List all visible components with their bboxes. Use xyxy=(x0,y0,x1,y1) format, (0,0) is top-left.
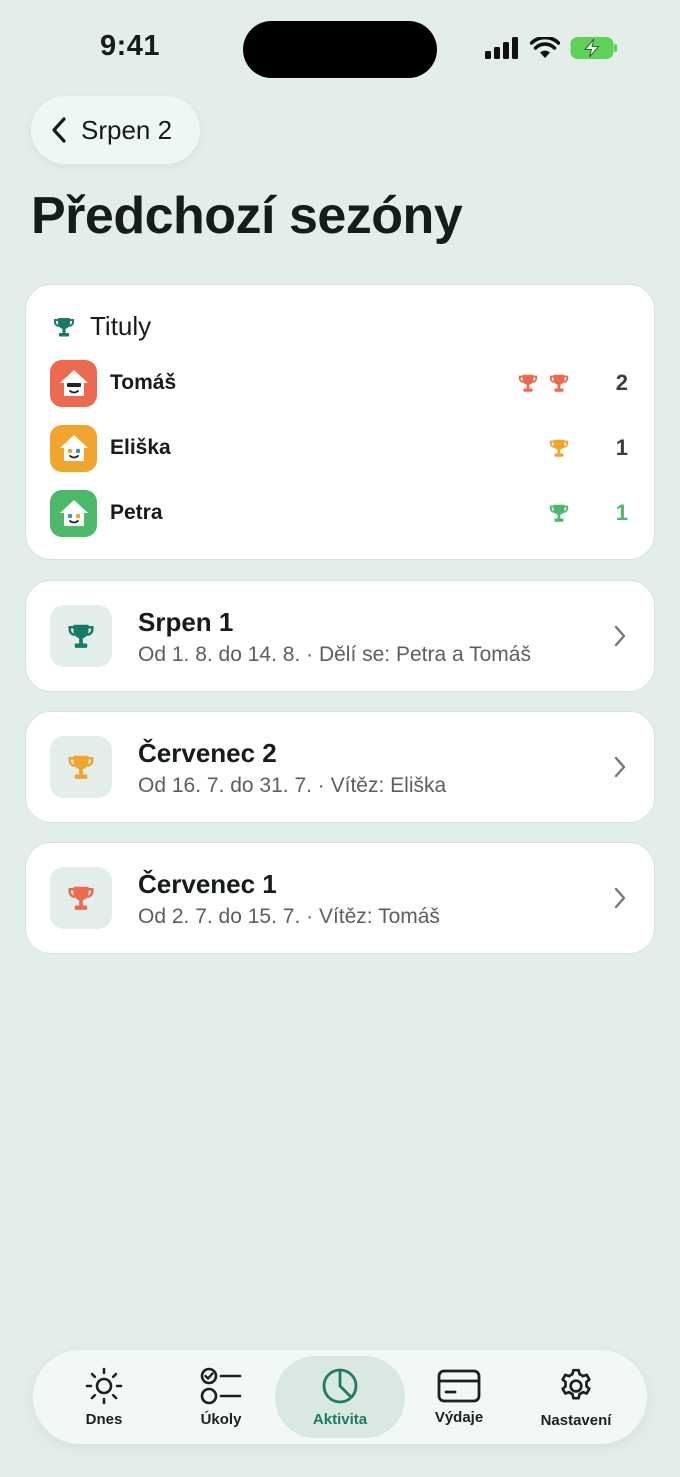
player-name: Tomáš xyxy=(110,371,177,394)
trophy-icon xyxy=(68,886,94,910)
signal-icon xyxy=(485,37,518,59)
trophy-icon xyxy=(54,317,74,336)
status-time: 9:41 xyxy=(100,30,161,62)
chevron-right-icon xyxy=(614,756,626,778)
title-count: 2 xyxy=(615,370,628,395)
season-icon-box xyxy=(50,605,112,667)
dynamic-island xyxy=(243,21,437,78)
tab-label: Nastavení xyxy=(540,1411,612,1429)
house-face-icon xyxy=(59,435,88,461)
page-title: Předchozí sezóny xyxy=(31,187,463,245)
tab-vydaje[interactable]: Výdaje xyxy=(398,1350,520,1444)
wifi-icon xyxy=(530,37,560,58)
tab-ukoly[interactable]: Úkoly xyxy=(160,1350,282,1444)
season-card[interactable]: Červenec 1 Od 2. 7. do 15. 7. · Vítěz: T… xyxy=(25,842,655,954)
chevron-right-icon xyxy=(614,625,626,647)
season-subtitle: Od 16. 7. do 31. 7. · Vítěz: Eliška xyxy=(138,774,447,797)
pie-chart-icon xyxy=(322,1368,358,1403)
season-title: Srpen 1 xyxy=(138,607,234,637)
status-icons xyxy=(484,36,618,60)
player-name: Petra xyxy=(110,501,163,524)
tab-aktivita[interactable]: Aktivita xyxy=(275,1356,405,1438)
avatar xyxy=(50,359,97,407)
back-button-label: Srpen 2 xyxy=(81,114,173,145)
avatar xyxy=(50,424,97,472)
house-face-icon xyxy=(59,370,88,396)
trophy-icon xyxy=(549,504,569,522)
title-count: 1 xyxy=(615,500,628,525)
titles-card: Tituly Tomáš 2 Eliška 1 Petra 1 xyxy=(25,284,655,560)
season-subtitle: Od 2. 7. do 15. 7. · Vítěz: Tomáš xyxy=(138,905,440,928)
trophy-icon xyxy=(518,374,538,392)
avatar xyxy=(50,489,97,537)
player-name: Eliška xyxy=(110,436,171,459)
season-icon-box xyxy=(50,867,112,929)
sun-icon xyxy=(85,1367,123,1404)
trophy-icon xyxy=(68,755,94,779)
tab-dnes[interactable]: Dnes xyxy=(43,1350,165,1444)
titles-header: Tituly xyxy=(52,311,151,342)
season-card[interactable]: Červenec 2 Od 16. 7. do 31. 7. · Vítěz: … xyxy=(25,711,655,823)
season-title: Červenec 1 xyxy=(138,869,277,899)
tab-nastaveni[interactable]: Nastavení xyxy=(515,1350,637,1444)
player-row: Eliška 1 xyxy=(50,424,628,472)
tab-label: Výdaje xyxy=(434,1408,484,1426)
tab-label: Dnes xyxy=(85,1410,123,1428)
trophy-cups xyxy=(548,436,570,460)
back-button[interactable]: Srpen 2 xyxy=(31,96,201,164)
card-icon xyxy=(437,1369,481,1402)
player-row: Petra 1 xyxy=(50,489,628,537)
season-title: Červenec 2 xyxy=(138,738,277,768)
trophy-icon xyxy=(68,624,94,648)
titles-heading: Tituly xyxy=(90,311,152,341)
checklist-icon xyxy=(200,1367,242,1404)
tab-label: Aktivita xyxy=(312,1410,368,1428)
chevron-left-icon xyxy=(52,117,66,143)
gear-icon xyxy=(561,1368,591,1399)
season-subtitle: Od 1. 8. do 14. 8. · Dělí se: Petra a To… xyxy=(138,643,531,666)
trophy-cups xyxy=(548,501,570,525)
trophy-icon xyxy=(549,439,569,457)
tab-bar: Dnes Úkoly Aktivita Výdaje Nastavení xyxy=(33,1350,647,1444)
player-row: Tomáš 2 xyxy=(50,359,628,407)
tab-label: Úkoly xyxy=(200,1410,242,1428)
season-card[interactable]: Srpen 1 Od 1. 8. do 14. 8. · Dělí se: Pe… xyxy=(25,580,655,692)
title-count: 1 xyxy=(615,435,628,460)
battery-charging-icon xyxy=(570,37,617,59)
trophy-icon xyxy=(549,374,569,392)
chevron-right-icon xyxy=(614,887,626,909)
trophy-cups xyxy=(517,371,570,395)
house-face-icon xyxy=(59,500,88,526)
season-icon-box xyxy=(50,736,112,798)
